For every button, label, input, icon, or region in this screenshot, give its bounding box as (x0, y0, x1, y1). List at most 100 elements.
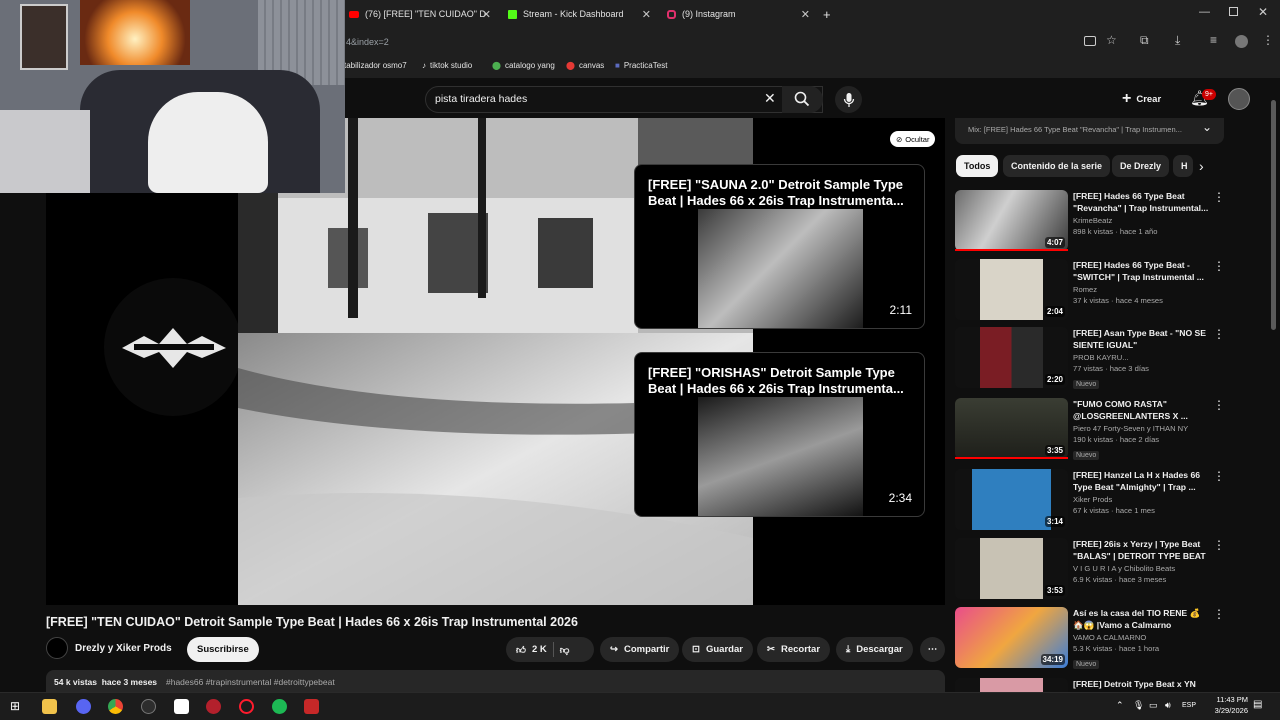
close-icon[interactable]: ✕ (482, 8, 491, 21)
list-item[interactable]: 4:07 [FREE] Hades 66 Type Beat "Revancha… (955, 190, 1225, 254)
windows-start-icon[interactable]: ⊞ (10, 699, 20, 713)
more-icon[interactable]: ⋮ (1213, 607, 1225, 621)
list-item[interactable]: 3:14 [FREE] Hanzel La H x Hades 66 Type … (955, 469, 1225, 533)
volume-icon[interactable]: 🔊︎ (1165, 700, 1171, 711)
chip-de-drezly[interactable]: De Drezly (1112, 155, 1170, 177)
save-button[interactable]: ⊡ Guardar (682, 637, 753, 662)
download-icon: ⤓ (846, 644, 851, 655)
tab-youtube[interactable]: (76) [FREE] "TEN CUIDAO" D ✕ (349, 4, 491, 24)
opera-icon[interactable] (239, 699, 254, 714)
tab-instagram[interactable]: (9) Instagram ✕ (667, 4, 810, 24)
description-box[interactable]: 54 k vistas hace 3 meses #hades66 #trapi… (46, 670, 945, 692)
list-item[interactable]: 2:20 [FREE] Asan Type Beat - "NO SE SIEN… (955, 327, 1225, 391)
chip-series[interactable]: Contenido de la serie (1003, 155, 1111, 177)
share-button[interactable]: ↪ Compartir (600, 637, 680, 662)
bookmark-label: tiktok studio (430, 61, 473, 70)
end-card[interactable]: [FREE] "SAUNA 2.0" Detroit Sample Type B… (634, 164, 925, 329)
file-explorer-icon[interactable] (42, 699, 57, 714)
discord-icon[interactable] (76, 699, 91, 714)
create-button[interactable]: + Crear (1122, 88, 1161, 110)
list-item[interactable]: 34:19 Así es la casa del TIO RENE 💰 🏠😱 |… (955, 607, 1225, 671)
list-item[interactable]: [FREE] Detroit Type Beat x YN (955, 678, 1225, 692)
minimize-icon[interactable]: — (1199, 6, 1210, 18)
close-window-icon[interactable]: ✕ (1258, 5, 1268, 19)
chip-more[interactable]: H (1173, 155, 1193, 177)
download-icon[interactable]: ⤓ (1175, 33, 1180, 48)
video-stats: 190 k vistas · hace 2 días (1073, 435, 1160, 444)
video-stats: 67 k vistas · hace 1 mes (1073, 506, 1155, 515)
video-thumbnail: 3:35 (955, 398, 1068, 459)
more-icon[interactable]: ⋮ (1213, 469, 1225, 483)
channel-name[interactable]: Drezly y Xiker Prods (75, 643, 172, 654)
app-icon[interactable] (304, 699, 319, 714)
notification-center-icon[interactable]: ▤ (1253, 699, 1262, 710)
search-input[interactable]: pista tiradera hades ✕ (425, 86, 823, 113)
chevron-down-icon[interactable]: ⌄ (1202, 120, 1212, 134)
media-icon[interactable]: ≡ (1210, 33, 1217, 47)
more-icon[interactable]: ⋮ (1213, 190, 1225, 204)
language-indicator[interactable]: ESP (1182, 702, 1196, 709)
hide-cards-button[interactable]: ⊘ Ocultar (890, 131, 936, 147)
maximize-icon[interactable] (1229, 7, 1238, 16)
download-button[interactable]: ⤓ Descargar (836, 637, 913, 662)
star-icon[interactable]: ☆ (1106, 33, 1117, 47)
account-avatar[interactable] (1228, 88, 1250, 110)
more-icon[interactable]: ⋮ (1213, 259, 1225, 273)
like-button[interactable]: 👍︎ 2 K (516, 644, 547, 656)
clear-icon[interactable]: ✕ (764, 90, 776, 107)
menu-icon[interactable]: ⋮ (1262, 33, 1274, 47)
list-item[interactable]: 3:35 "FUMO COMO RASTA" @LOSGREENLANTERS … (955, 398, 1225, 462)
subscribe-button[interactable]: Suscribirse (187, 637, 259, 662)
app-icon[interactable] (206, 699, 221, 714)
mix-playlist-header[interactable]: Mix: [FREE] Hades 66 Type Beat "Revancha… (955, 118, 1224, 144)
channel-name: Piero 47 Forty-Seven y ITHAN NY (1073, 424, 1189, 433)
end-card-title: [FREE] "ORISHAS" Detroit Sample Type Bea… (648, 365, 904, 396)
new-badge: Nuevo (1073, 451, 1100, 460)
new-tab-button[interactable]: + (823, 4, 831, 24)
video-thumbnail: 3:53 (955, 538, 1068, 599)
cast-icon[interactable] (1084, 36, 1096, 46)
capcut-icon[interactable] (174, 699, 189, 714)
more-icon[interactable]: ⋮ (1213, 398, 1225, 412)
search-button[interactable] (782, 86, 823, 113)
channel-avatar[interactable] (46, 637, 68, 659)
clock[interactable]: 11:43 PM 3/29/2026 (1200, 695, 1248, 715)
windows-taskbar (0, 692, 1280, 720)
more-actions-button[interactable]: ⋯ (920, 637, 945, 662)
profile-avatar[interactable] (1235, 35, 1248, 48)
voice-search-button[interactable] (835, 86, 862, 113)
video-title: "FUMO COMO RASTA" @LOSGREENLANTERS X ... (1073, 399, 1188, 421)
chrome-icon[interactable] (108, 699, 123, 714)
close-icon[interactable]: ✕ (642, 8, 651, 21)
tray-chevron-icon[interactable]: ⌃ (1116, 700, 1124, 711)
clip-button[interactable]: ✂ Recortar (757, 637, 831, 662)
kick-icon (508, 9, 517, 19)
bookmark-item[interactable]: ♪ tiktok studio (422, 61, 472, 70)
hashtags[interactable]: #hades66 #trapinstrumental #detroittypeb… (166, 677, 335, 687)
end-card[interactable]: [FREE] "ORISHAS" Detroit Sample Type Bea… (634, 352, 925, 517)
close-icon[interactable]: ✕ (801, 8, 810, 21)
bookmark-item[interactable]: ⬤ catalogo yang (492, 61, 555, 70)
network-icon[interactable]: ▭ (1149, 700, 1158, 711)
channel-name: VAMO A CALMARNO (1073, 633, 1147, 642)
list-item[interactable]: 3:53 [FREE] 26is x Yerzy | Type Beat "BA… (955, 538, 1225, 602)
tab-kick[interactable]: Stream - Kick Dashboard ✕ (508, 4, 651, 24)
bookmark-item[interactable]: ⬤ canvas (566, 61, 604, 70)
bookmark-item[interactable]: tabilizador osmo7 (344, 61, 407, 70)
bookmark-label: PracticaTest (623, 61, 668, 70)
bookmark-item[interactable]: ■ PracticaTest (615, 61, 667, 70)
microphone-icon[interactable]: 🎙︎ (1133, 700, 1144, 711)
list-item[interactable]: 2:04 [FREE] Hades 66 Type Beat - "SWITCH… (955, 259, 1225, 323)
share-label: Compartir (623, 644, 670, 655)
webcam-overlay (0, 0, 345, 193)
page-scrollbar[interactable] (1271, 100, 1276, 330)
chip-todos[interactable]: Todos (956, 155, 999, 177)
spotify-icon[interactable] (272, 699, 287, 714)
chevron-right-icon[interactable]: › (1199, 158, 1204, 174)
obs-icon[interactable] (141, 699, 156, 714)
extensions-icon[interactable]: ⧉ (1140, 33, 1149, 48)
address-bar[interactable]: 4&index=2 (346, 37, 389, 47)
more-icon[interactable]: ⋮ (1213, 538, 1225, 552)
more-icon[interactable]: ⋮ (1213, 327, 1225, 341)
thumbs-down-icon[interactable]: 👎︎ (560, 644, 570, 656)
